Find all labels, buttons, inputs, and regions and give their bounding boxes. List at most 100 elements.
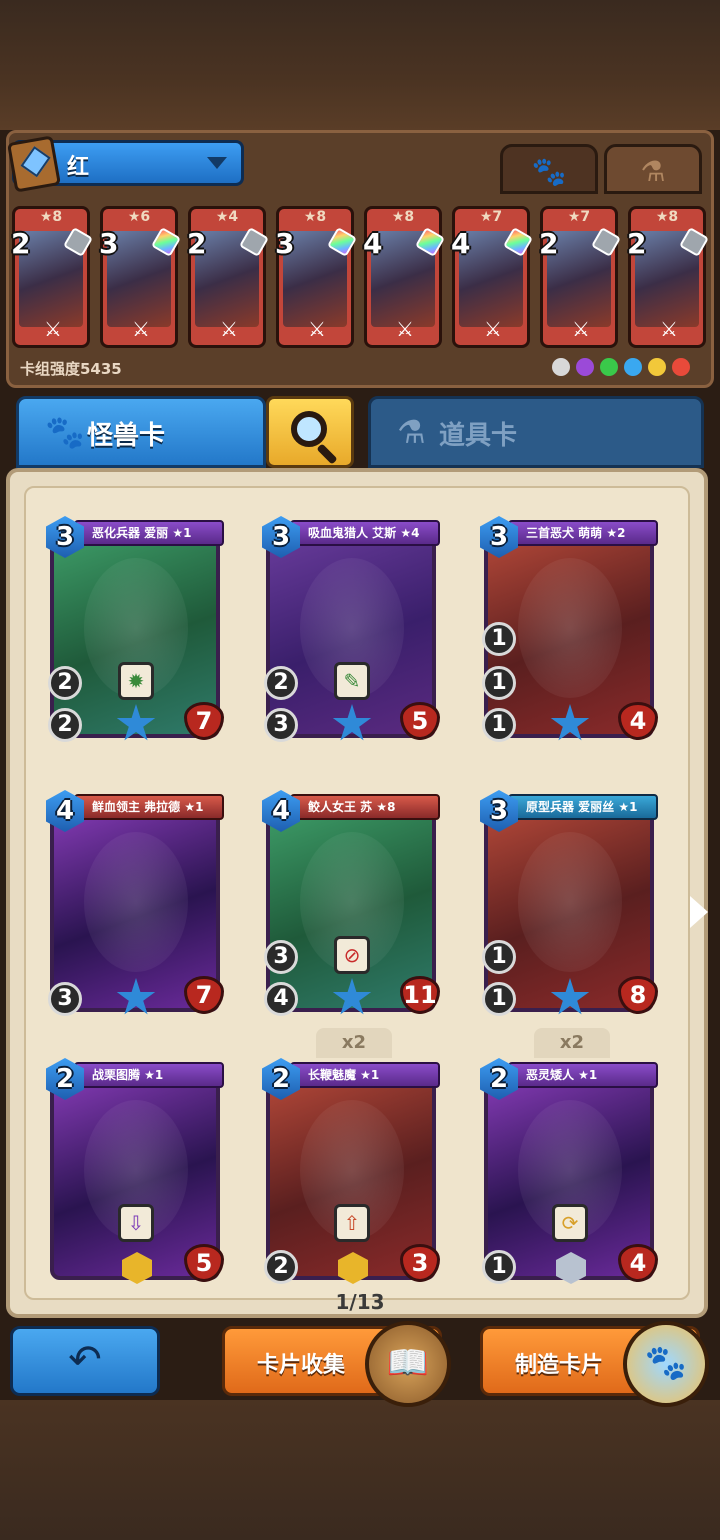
potion-icon: ⚗ [397, 413, 426, 451]
card-cost: 3 [275, 227, 295, 260]
deck-selector-dropdown[interactable]: 红 [7, 135, 244, 193]
card-stars: ★8 [303, 209, 327, 225]
search-icon-handle [316, 443, 338, 465]
deck-card[interactable]: ★7 4 ⚔ [451, 206, 534, 348]
sword-icon: ⚔ [396, 317, 414, 341]
paw-jar-icon-glyph: 🐾 [644, 1343, 688, 1383]
card-hp: 8 [618, 976, 658, 1014]
monster-card[interactable]: 恶化兵器 爱丽 ★1 3 ✹ 2 2 7 [46, 516, 226, 744]
paw-icon: 🐾 [45, 413, 85, 451]
potion-icon: ⚗ [640, 155, 666, 188]
duplicate-count: x2 [534, 1028, 610, 1058]
card-defense: 1 [482, 940, 516, 974]
sword-icon: ⚔ [572, 317, 590, 341]
element-icons [552, 358, 702, 380]
search-button[interactable] [266, 396, 354, 468]
deck-card[interactable]: ★8 3 ⚔ [275, 206, 358, 348]
page-indicator: 1/13 [335, 1290, 385, 1314]
fire-element-icon [672, 358, 690, 376]
card-cost: 4 [363, 227, 383, 260]
monster-card[interactable]: 鲜血领主 弗拉德 ★1 4 3 7 [46, 790, 226, 1018]
monster-card[interactable]: 吸血鬼猎人 艾斯 ★4 3 ✎ 2 3 5 [262, 516, 442, 744]
tab-monster-cards[interactable]: 🐾 怪兽卡 [16, 396, 266, 468]
deck-card[interactable]: ★8 2 ⚔ [11, 206, 94, 348]
deck-card[interactable]: ★7 2 ⚔ [539, 206, 622, 348]
deck-card[interactable]: ★4 2 ⚔ [187, 206, 270, 348]
card-stars: ★8 [39, 209, 63, 225]
deck-card[interactable]: ★8 4 ⚔ [363, 206, 446, 348]
tab-item-deck[interactable]: ⚗ [604, 144, 702, 194]
button-label: 卡片收集 [257, 1353, 346, 1378]
shadow-element-icon [576, 358, 594, 376]
back-button[interactable]: ↶ [10, 1326, 160, 1396]
paw-jar-icon: 🐾 [623, 1321, 709, 1407]
chevron-down-icon [207, 157, 227, 169]
card-stars: ★7 [567, 209, 591, 225]
nature-element-icon [600, 358, 618, 376]
card-name: 三首恶犬 萌萌 ★2 [508, 520, 658, 546]
sword-icon: ⚔ [308, 317, 326, 341]
card-stars: ★7 [479, 209, 503, 225]
craft-card-button[interactable]: 制造卡片 🐾 [480, 1321, 709, 1407]
deck-card-strip: ★8 2 ⚔ ★6 3 ⚔ ★4 2 ⚔ ★8 3 ⚔ ★8 4 ⚔ ★7 4 … [10, 200, 710, 350]
card-defense: 3 [264, 940, 298, 974]
skill-icon: ✎ [334, 662, 370, 700]
card-cost: 2 [627, 227, 647, 260]
monster-card[interactable]: 战栗图腾 ★1 2 ⇩ 5 [46, 1058, 226, 1286]
card-attack: 3 [264, 708, 298, 742]
deck-name: 红 [67, 155, 90, 180]
search-icon [291, 411, 327, 447]
skill-icon: ⇧ [334, 1204, 370, 1242]
top-wood-background [0, 0, 720, 130]
sword-icon: ⚔ [660, 317, 678, 341]
paw-icon: 🐾 [531, 155, 567, 188]
deck-card[interactable]: ★8 2 ⚔ [627, 206, 710, 348]
monster-card[interactable]: 原型兵器 爱丽丝 ★1 3 1 1 8 [480, 790, 660, 1018]
next-page-arrow-icon[interactable] [690, 896, 708, 928]
book-icon-glyph: 📖 [386, 1343, 430, 1383]
monster-card[interactable]: 鲛人女王 苏 ★8 4 ⊘ 3 4 11 [262, 790, 442, 1018]
card-hp: 4 [618, 1244, 658, 1282]
card-attack: 1 [482, 982, 516, 1016]
deck-card[interactable]: ★6 3 ⚔ [99, 206, 182, 348]
card-collection-button[interactable]: 卡片收集 📖 [222, 1321, 451, 1407]
sword-icon: ⚔ [220, 317, 238, 341]
water-element-icon [624, 358, 642, 376]
ban-icon: ⊘ [334, 936, 370, 974]
deck-book-icon [7, 135, 61, 193]
card-defense: 1 [482, 622, 516, 656]
card-name: 鲛人女王 苏 ★8 [290, 794, 440, 820]
card-attack: 2 [264, 1250, 298, 1284]
card-hp: 11 [400, 976, 440, 1014]
card-stars: ★8 [391, 209, 415, 225]
card-cost: 2 [11, 227, 31, 260]
card-stars: ★6 [127, 209, 151, 225]
monster-card[interactable]: 三首恶犬 萌萌 ★2 3 1 1 1 4 [480, 516, 660, 744]
tab-monster-deck[interactable]: 🐾 [500, 144, 598, 194]
card-attack: 1 [482, 708, 516, 742]
card-name: 恶灵矮人 ★1 [508, 1062, 658, 1088]
monster-card[interactable]: x2 恶灵矮人 ★1 2 ⟳ 1 4 [480, 1028, 660, 1286]
card-defense: 1 [482, 666, 516, 700]
card-name: 恶化兵器 爱丽 ★1 [74, 520, 224, 546]
card-attack: 1 [482, 1250, 516, 1284]
monster-card[interactable]: x2 长鞭魅魔 ★1 2 ⇧ 2 3 [262, 1028, 442, 1286]
card-attack: 2 [48, 708, 82, 742]
card-hp: 7 [184, 702, 224, 740]
card-cost: 2 [187, 227, 207, 260]
book-icon: 📖 [365, 1321, 451, 1407]
card-name: 鲜血领主 弗拉德 ★1 [74, 794, 224, 820]
sword-icon: ⚔ [132, 317, 150, 341]
skill-icon: ⇩ [118, 1204, 154, 1242]
card-stars: ★8 [655, 209, 679, 225]
card-name: 长鞭魅魔 ★1 [290, 1062, 440, 1088]
card-hp: 4 [618, 702, 658, 740]
neutral-element-icon [552, 358, 570, 376]
card-attack: 4 [264, 982, 298, 1016]
back-arrow-icon: ↶ [68, 1337, 102, 1383]
card-defense: 2 [48, 666, 82, 700]
card-name: 战栗图腾 ★1 [74, 1062, 224, 1088]
tab-item-cards[interactable]: ⚗ 道具卡 [368, 396, 704, 468]
card-hp: 3 [400, 1244, 440, 1282]
card-attack: 3 [48, 982, 82, 1016]
